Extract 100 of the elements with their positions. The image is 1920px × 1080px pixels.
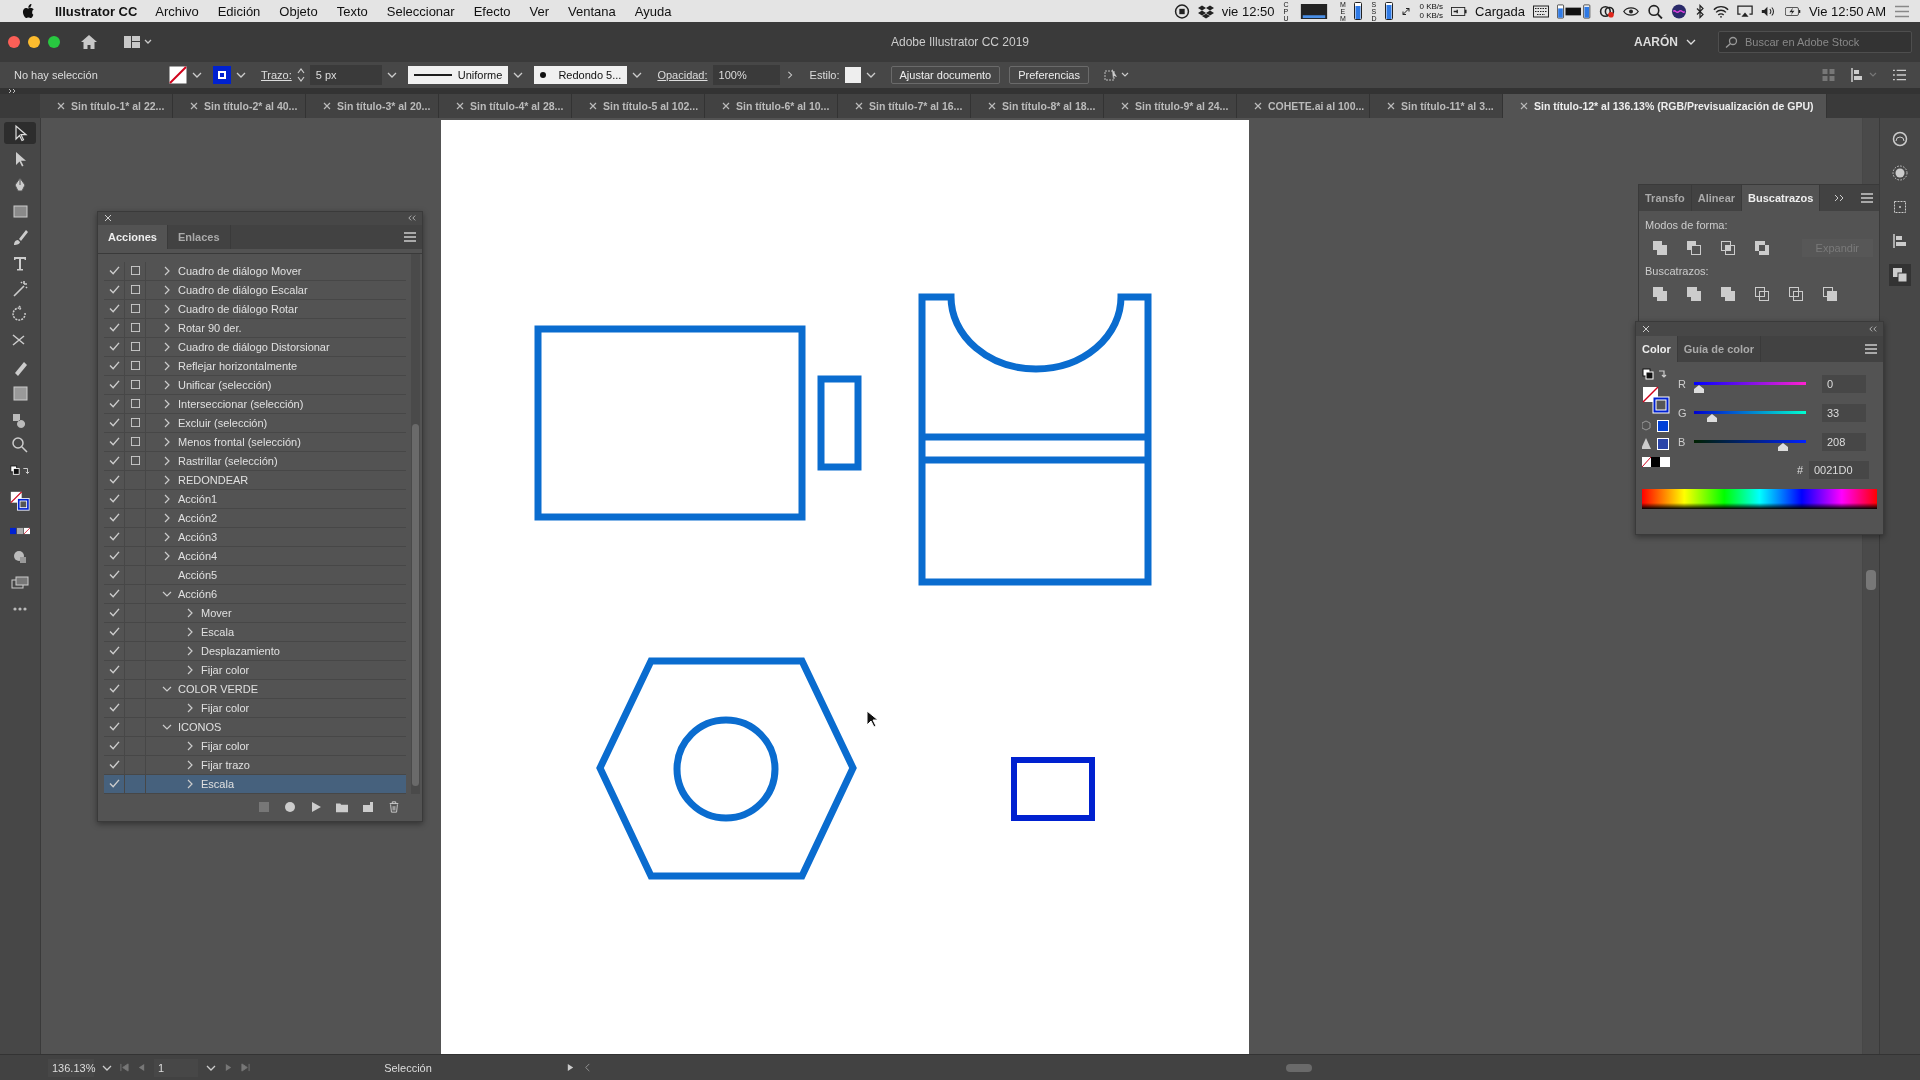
action-row[interactable]: COLOR VERDE [104,679,406,699]
scrollbar-thumb[interactable] [1866,570,1876,590]
action-row[interactable]: Fijar color [104,698,406,718]
caret-icon[interactable] [102,1064,112,1071]
document-tab[interactable]: Sin título-7* al 16... [838,94,971,118]
action-row[interactable]: Rastrillar (selección) [104,451,406,471]
exclude-icon[interactable] [1755,241,1769,255]
chevron-icon[interactable] [163,360,170,371]
panel-tab[interactable]: Acciones [98,224,168,249]
close-icon[interactable] [589,102,597,110]
play-icon[interactable] [566,1063,575,1072]
check-icon[interactable] [108,494,120,504]
check-icon[interactable] [108,760,120,770]
chevron-icon[interactable] [161,685,172,692]
dialog-toggle-icon[interactable] [130,380,140,390]
caret-icon[interactable] [1686,39,1696,45]
document-tab[interactable]: Sin título-9* al 24... [1104,94,1237,118]
scroll-left-icon[interactable] [583,1063,592,1072]
action-row[interactable]: Desplazamiento [104,641,406,661]
check-icon[interactable] [108,475,120,485]
panel-tab[interactable]: Buscatrazos [1742,185,1821,211]
chevron-icon[interactable] [163,398,170,409]
document-tab[interactable]: Sin título-5 al 102... [572,94,705,118]
gamut-warning-icon[interactable] [1642,438,1670,450]
menu-icon[interactable] [1865,344,1877,354]
check-icon[interactable] [108,741,120,751]
intersect-icon[interactable] [1721,241,1735,255]
menu-icon[interactable] [404,231,416,242]
close-icon[interactable] [1520,102,1528,110]
menu-icon[interactable] [1861,193,1873,203]
action-row[interactable]: ICONOS [104,717,406,737]
airplay-icon[interactable] [1736,3,1753,19]
select-similar-icon[interactable] [1104,68,1130,82]
caret-icon[interactable] [192,71,202,79]
user-menu[interactable]: AARÓN [1634,35,1678,49]
menu-item[interactable]: Efecto [473,3,511,19]
wifi-icon[interactable] [1712,3,1729,19]
check-icon[interactable] [108,266,120,276]
workspace-icon[interactable] [124,36,152,48]
channel-value-field[interactable]: 33 [1822,403,1866,422]
document-tab[interactable]: Sin título-12* al 136.13% (RGB/Previsualización de GPU) [1503,94,1827,118]
action-row[interactable]: Unificar (selección) [104,375,406,395]
action-row[interactable]: Menos frontal (selección) [104,432,406,452]
chevron-icon[interactable] [163,417,170,428]
action-row[interactable]: Excluir (selección) [104,413,406,433]
panel-tab[interactable]: Enlaces [167,224,231,249]
document-tab[interactable]: Sin título-1* al 22... [40,94,173,118]
action-row[interactable]: Rotar 90 der. [104,318,406,338]
action-row[interactable]: Acción3 [104,527,406,547]
stroke-swatch-icon[interactable] [213,66,231,84]
collapse-icon[interactable] [1869,325,1877,333]
minus-front-icon[interactable] [1687,241,1701,255]
check-icon[interactable] [108,703,120,713]
panel-tab[interactable]: Color [1636,336,1678,362]
dialog-toggle-icon[interactable] [130,323,140,333]
toolbar-button[interactable]: Ajustar documento [890,66,1001,84]
check-icon[interactable] [108,456,120,466]
chevron-icon[interactable] [163,493,170,504]
panel-tab[interactable]: Guía de color [1677,336,1762,362]
minimize-button[interactable] [28,36,40,48]
action-row[interactable]: Escala [104,622,406,642]
document-tab[interactable]: Sin título-3* al 20... [306,94,439,118]
close-icon[interactable] [190,102,198,110]
check-icon[interactable] [108,361,120,371]
sun-icon[interactable] [1889,162,1911,184]
caret-icon[interactable] [632,71,643,79]
dialog-toggle-icon[interactable] [130,361,140,371]
action-row[interactable]: Cuadro de diálogo Rotar [104,299,406,319]
opacity-field[interactable]: 100% [712,65,780,85]
chevron-icon[interactable] [186,778,193,789]
panel-tab[interactable]: Transfo [1639,185,1692,211]
search-icon[interactable] [1646,3,1663,19]
level-bars-icon[interactable] [1556,3,1591,19]
current-tool[interactable]: Selección [258,1061,558,1074]
chevron-icon[interactable] [163,531,170,542]
caret-icon[interactable] [513,71,524,79]
divide-icon[interactable] [1653,287,1667,301]
pathfinder-icon[interactable] [1889,264,1911,286]
unite-icon[interactable] [1653,241,1667,255]
expand-icon[interactable] [8,88,18,94]
close-icon[interactable] [1121,102,1129,110]
check-icon[interactable] [108,570,120,580]
align-icon[interactable] [1851,68,1877,82]
cloud-icon[interactable] [1598,3,1615,19]
dialog-toggle-icon[interactable] [130,304,140,314]
chevron-icon[interactable] [163,550,170,561]
check-icon[interactable] [108,684,120,694]
close-icon[interactable] [722,102,730,110]
stroke-weight-field[interactable]: 5 px [309,65,382,85]
check-icon[interactable] [108,608,120,618]
document-tab[interactable]: Sin título-11* al 3... [1370,94,1503,118]
channel-value-field[interactable]: 0 [1822,374,1866,393]
chevron-icon[interactable] [186,607,193,618]
document-tab[interactable]: Sin título-6* al 10... [705,94,838,118]
zoom-button[interactable] [48,36,60,48]
menu-item[interactable]: Ayuda [634,3,672,19]
channel-value-field[interactable]: 208 [1822,432,1866,451]
caret-icon[interactable] [386,71,397,79]
menu-icon[interactable] [1893,69,1906,81]
action-row[interactable]: Fijar color [104,660,406,680]
